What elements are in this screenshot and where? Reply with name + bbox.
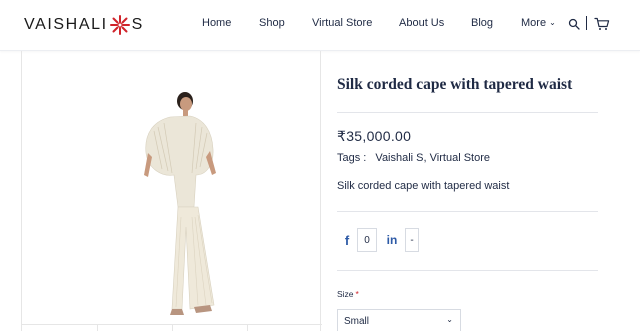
size-select[interactable]: Small ⌄	[337, 309, 461, 331]
nav-blog[interactable]: Blog	[471, 17, 493, 29]
linkedin-share-count: -	[405, 228, 419, 252]
product-price: ₹35,000.00	[337, 128, 412, 144]
divider	[337, 211, 598, 212]
product-gallery	[21, 51, 322, 331]
logo-text-right: S	[131, 16, 144, 33]
logo-text-left: VAISHALI	[24, 16, 108, 33]
divider	[337, 270, 598, 271]
social-share: f 0 in -	[337, 228, 419, 252]
size-label: Size *	[337, 289, 359, 299]
facebook-icon[interactable]: f	[337, 228, 357, 252]
tag-link-virtual-store[interactable]: Virtual Store	[430, 152, 490, 164]
nav-more-label: More	[521, 17, 547, 29]
linkedin-icon[interactable]: in	[379, 228, 405, 252]
product-description: Silk corded cape with tapered waist	[337, 180, 510, 192]
nav-more[interactable]: More ⌄	[521, 17, 556, 29]
site-header: VAISHALI S Home Shop Virtual Store About…	[0, 0, 640, 51]
tag-link-vaishali-s[interactable]: Vaishali S	[375, 152, 423, 164]
tags-label: Tags :	[337, 152, 367, 164]
search-icon[interactable]	[568, 18, 580, 30]
product-title: Silk corded cape with tapered waist	[337, 76, 573, 93]
nav-shop[interactable]: Shop	[259, 17, 285, 29]
cart-icon[interactable]	[594, 17, 610, 31]
thumbnail-divider	[97, 324, 98, 331]
nav-home[interactable]: Home	[202, 17, 231, 29]
divider	[337, 112, 598, 113]
size-selected-value: Small	[344, 316, 370, 327]
chevron-down-icon: ⌄	[446, 315, 453, 324]
nav-about-us[interactable]: About Us	[399, 17, 444, 29]
facebook-share-count: 0	[357, 228, 377, 252]
brand-logo[interactable]: VAISHALI S	[24, 13, 144, 37]
size-label-text: Size	[337, 289, 354, 299]
nav-divider	[586, 16, 587, 30]
required-marker: *	[355, 289, 359, 299]
product-tags: Tags : Vaishali S, Virtual Store	[337, 152, 490, 164]
nav-virtual-store[interactable]: Virtual Store	[312, 17, 372, 29]
logo-flower-icon	[109, 15, 130, 35]
product-image[interactable]	[82, 57, 260, 323]
chevron-down-icon: ⌄	[549, 18, 556, 27]
thumbnail-divider	[172, 324, 173, 331]
thumbnail-divider	[247, 324, 248, 331]
